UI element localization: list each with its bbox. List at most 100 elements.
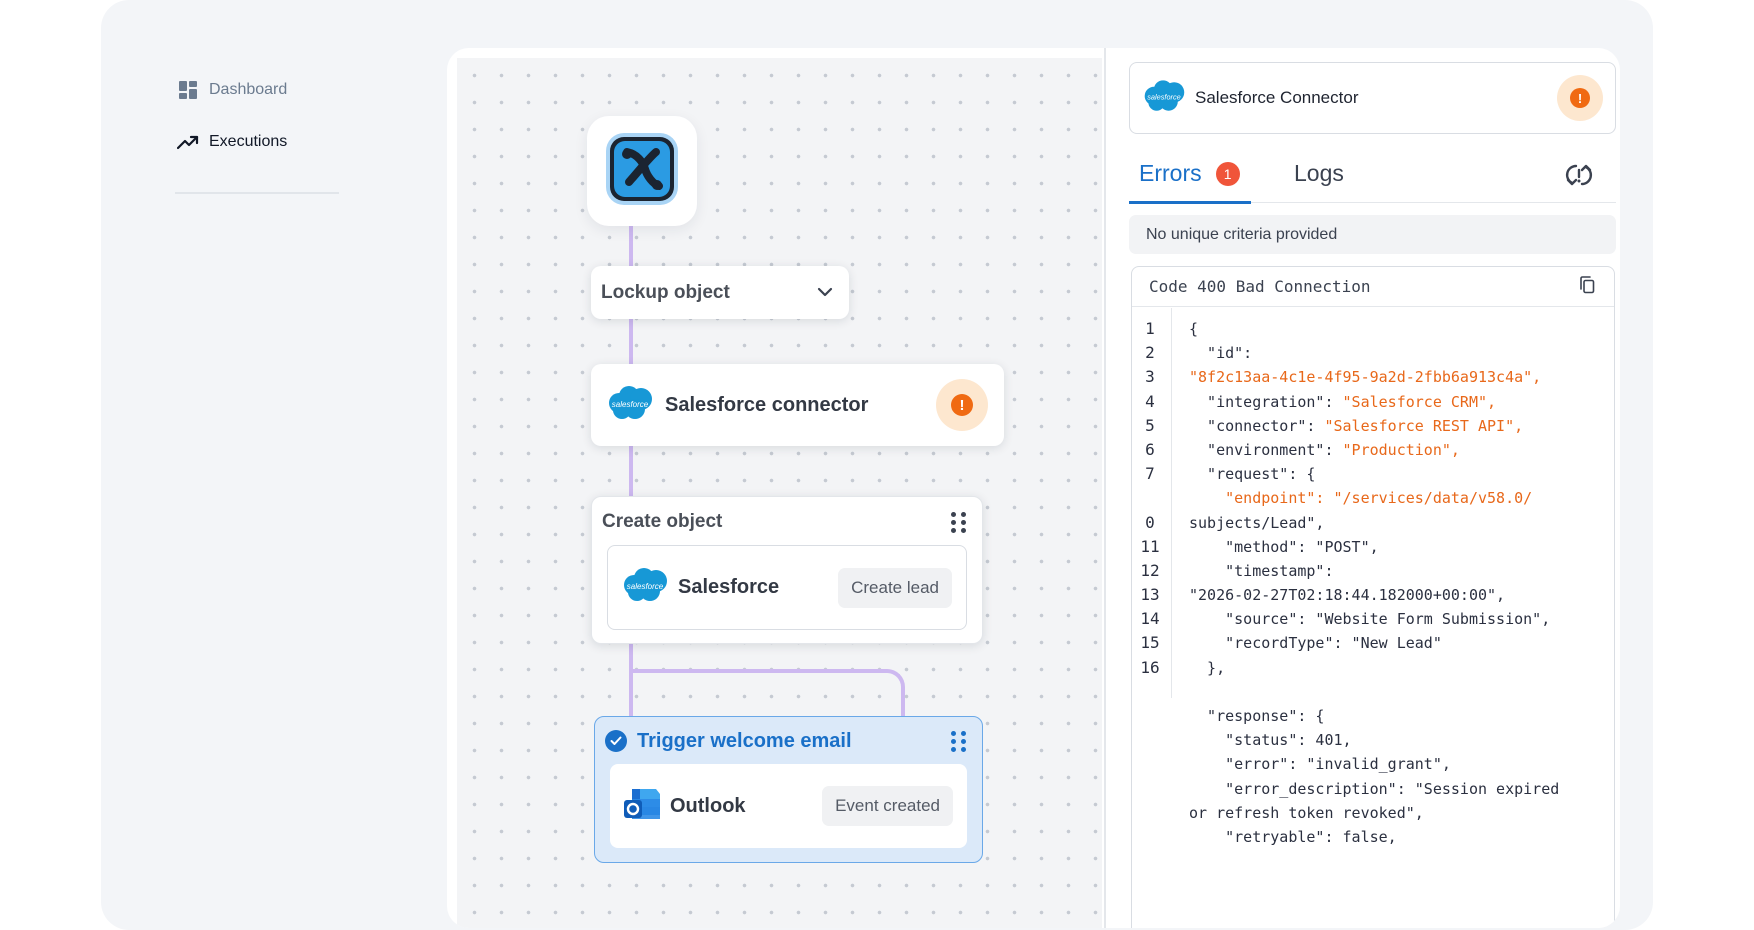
action-pill[interactable]: Event created xyxy=(822,786,953,826)
line-number: 4 xyxy=(1145,391,1155,411)
error-count-badge: 1 xyxy=(1215,161,1240,186)
code-line: 4 "integration": "Salesforce CRM", xyxy=(1132,390,1612,414)
drag-handle-icon[interactable] xyxy=(950,731,968,752)
sidebar-divider xyxy=(175,192,339,194)
code-line: "error_description": "Session expired xyxy=(1132,777,1612,801)
node-title: Trigger welcome email xyxy=(637,729,852,752)
warning-badge[interactable]: ! xyxy=(1557,75,1603,121)
app-logo[interactable] xyxy=(587,116,697,226)
copy-button[interactable] xyxy=(1576,275,1598,298)
code-token: "timestamp": xyxy=(1189,561,1334,580)
code-token: "retryable": false, xyxy=(1189,827,1397,846)
chevron-down-icon[interactable] xyxy=(817,284,833,302)
code-line: "error": "invalid_grant", xyxy=(1132,752,1612,776)
lockup-object-node[interactable]: Lockup object xyxy=(591,266,849,319)
code-line: "endpoint": "/services/data/v58.0/ xyxy=(1132,486,1612,510)
line-text: { xyxy=(1189,317,1198,341)
code-line: 2 "id": xyxy=(1132,341,1612,365)
line-text: "error": "invalid_grant", xyxy=(1189,752,1451,776)
line-text: "recordType": "New Lead" xyxy=(1189,631,1442,655)
code-string: "Salesforce REST API", xyxy=(1324,416,1524,435)
node-title: Create object xyxy=(602,511,723,532)
line-number: 16 xyxy=(1140,657,1160,677)
code-line: 7 "request": { xyxy=(1132,462,1612,486)
line-number: 2 xyxy=(1145,343,1155,363)
panel-divider xyxy=(1104,48,1106,928)
warning-badge[interactable]: ! xyxy=(936,379,988,431)
connector-header[interactable]: salesforce Salesforce Connector ! xyxy=(1129,62,1616,134)
code-line: 6 "environment": "Production", xyxy=(1132,438,1612,462)
warning-icon: ! xyxy=(951,394,973,416)
code-token: { xyxy=(1189,320,1199,338)
service-card[interactable]: salesforce Salesforce Create lead xyxy=(607,545,967,630)
connector-title: Salesforce Connector xyxy=(1195,88,1359,107)
line-number: 13 xyxy=(1140,585,1160,605)
line-text: "8f2c13aa-4c1e-4f95-9a2d-2fbb6a913c4a", xyxy=(1189,365,1541,389)
code-line: 15 "recordType": "New Lead" xyxy=(1132,631,1612,655)
salesforce-connector-node[interactable]: salesforce Salesforce connector ! xyxy=(591,364,1004,446)
create-object-node[interactable]: Create object salesforce Salesforce Crea… xyxy=(591,496,983,644)
code-token: "connector": xyxy=(1189,416,1325,435)
tab-errors[interactable]: Errors 1 xyxy=(1139,160,1240,187)
code-line: 11 "method": "POST", xyxy=(1132,535,1612,559)
code-token: or refresh token revoked", xyxy=(1189,803,1424,822)
code-token: "2026-02-27T02:18:44.182000+00:00", xyxy=(1189,586,1506,605)
workflow-card: Lockup object salesforce Salesforce conn… xyxy=(447,48,1620,928)
panel-tabs: Errors 1 Logs xyxy=(1129,148,1616,204)
line-text: "id": xyxy=(1189,341,1252,365)
line-text: "2026-02-27T02:18:44.182000+00:00", xyxy=(1189,583,1505,607)
tab-label: Logs xyxy=(1294,160,1344,186)
salesforce-logo-text: salesforce xyxy=(612,400,649,409)
code-line: 0 subjects/Lead", xyxy=(1132,511,1612,535)
code-line: "status": 401, xyxy=(1132,728,1612,752)
line-text: "retryable": false, xyxy=(1189,825,1397,849)
line-text: "status": 401, xyxy=(1189,728,1351,752)
code-token: "response": { xyxy=(1189,707,1325,725)
line-text: "source": "Website Form Submission", xyxy=(1189,607,1550,631)
workflow-canvas[interactable]: Lockup object salesforce Salesforce conn… xyxy=(457,58,1102,928)
line-text: "connector": "Salesforce REST API", xyxy=(1189,414,1523,438)
code-line: 13 "2026-02-27T02:18:44.182000+00:00", xyxy=(1132,583,1612,607)
line-text: "integration": "Salesforce CRM", xyxy=(1189,390,1496,414)
line-text: "endpoint": "/services/data/v58.0/ xyxy=(1189,486,1532,510)
line-number: 12 xyxy=(1140,560,1160,580)
code-string: "Salesforce CRM", xyxy=(1342,392,1497,411)
line-text: }, xyxy=(1189,656,1225,680)
trending-up-icon xyxy=(177,131,199,153)
line-text: "method": "POST", xyxy=(1189,535,1379,559)
code-line: 1{ xyxy=(1132,317,1612,341)
code-line: 14 "source": "Website Form Submission", xyxy=(1132,607,1612,631)
code-lines[interactable]: 1{2 "id": 3 "8f2c13aa-4c1e-4f95-9a2d-2fbb6… xyxy=(1132,317,1612,849)
line-number: 7 xyxy=(1145,464,1155,484)
code-line: 12 "timestamp": xyxy=(1132,559,1612,583)
code-token: subjects/Lead", xyxy=(1189,513,1325,532)
code-token: "error_description": "Session expired xyxy=(1189,779,1560,798)
connector-line xyxy=(629,446,633,496)
sidebar-item-executions[interactable]: Executions xyxy=(175,124,340,160)
salesforce-logo-icon: salesforce xyxy=(605,385,655,426)
code-string: "Production", xyxy=(1342,440,1460,459)
salesforce-logo-icon: salesforce xyxy=(620,567,670,608)
sidebar-item-dashboard[interactable]: Dashboard xyxy=(175,72,340,108)
line-number: 6 xyxy=(1145,439,1155,459)
criteria-message: No unique criteria provided xyxy=(1129,215,1616,254)
drag-handle-icon[interactable] xyxy=(950,512,968,533)
refresh-button[interactable] xyxy=(1564,162,1594,192)
service-card[interactable]: Outlook Event created xyxy=(610,764,967,848)
tab-label: Errors xyxy=(1139,160,1202,186)
line-text: "error_description": "Session expired xyxy=(1189,777,1559,801)
workflow-logo-icon xyxy=(603,130,681,213)
node-title: Salesforce connector xyxy=(665,393,869,416)
line-text: "environment": "Production", xyxy=(1189,438,1460,462)
line-number: 14 xyxy=(1140,609,1160,629)
sidebar: Dashboard Executions xyxy=(175,72,340,194)
tab-logs[interactable]: Logs xyxy=(1294,160,1344,187)
code-line: "response": { xyxy=(1132,704,1612,728)
trigger-welcome-email-node[interactable]: Trigger welcome email Outlook Event crea… xyxy=(594,716,983,863)
action-pill[interactable]: Create lead xyxy=(838,567,952,608)
salesforce-logo-text: salesforce xyxy=(1147,92,1181,101)
details-panel: salesforce Salesforce Connector ! Errors… xyxy=(1117,48,1620,928)
service-name: Outlook xyxy=(670,794,746,817)
code-token: "error": "invalid_grant", xyxy=(1189,755,1451,774)
check-circle-icon xyxy=(605,730,627,752)
